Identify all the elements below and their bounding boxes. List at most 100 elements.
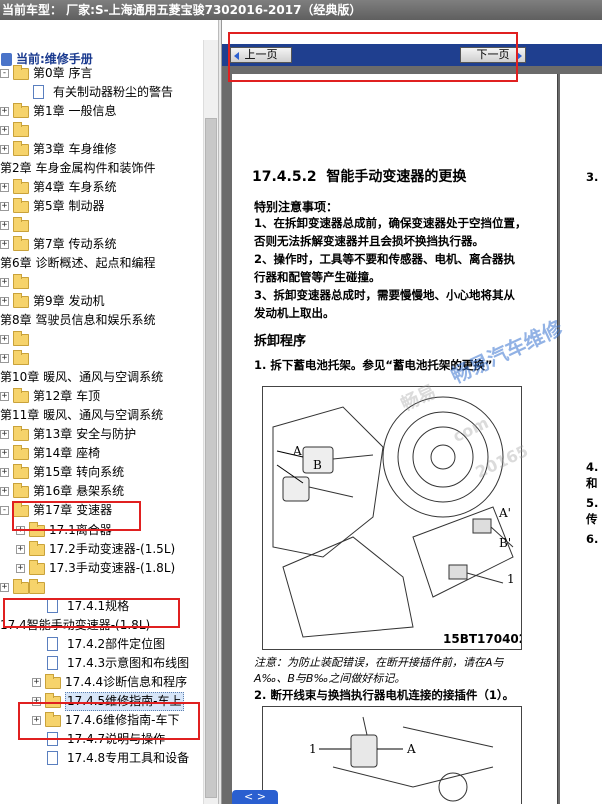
expand-icon[interactable]: + bbox=[0, 430, 9, 439]
actuator-illustration: 1 A bbox=[309, 716, 494, 802]
folder-icon bbox=[13, 122, 29, 137]
collapse-icon[interactable]: - bbox=[0, 69, 9, 78]
tree-item-label: 第5章 制动器 bbox=[33, 199, 105, 213]
notice-line: 否则无法拆解变速器并且会损坏换挡执行器。 bbox=[254, 234, 484, 248]
tree-item-label: 第0章 序言 bbox=[33, 66, 93, 80]
expand-icon[interactable]: + bbox=[0, 583, 9, 592]
expand-icon[interactable]: + bbox=[32, 678, 41, 687]
tree-item-label: 第2章 车身金属构件和装饰件 bbox=[0, 161, 156, 175]
folder-icon bbox=[13, 483, 29, 498]
folder-icon bbox=[13, 198, 29, 213]
tree-item-label: 第8章 驾驶员信息和娱乐系统 bbox=[0, 313, 156, 327]
folder-icon bbox=[45, 674, 61, 689]
fig-label-b-prime: B' bbox=[499, 536, 511, 550]
collapse-icon[interactable]: - bbox=[0, 506, 9, 515]
folder-icon bbox=[13, 179, 29, 194]
notice-line: 2、操作时，工具等不要和传感器、电机、离合器执 bbox=[254, 252, 515, 266]
section-heading: 17.4.5.2 智能手动变速器的更换 bbox=[252, 166, 466, 186]
book-icon bbox=[1, 53, 12, 66]
notice-line: 发动机上取出。 bbox=[254, 306, 335, 320]
folder-icon bbox=[13, 445, 29, 460]
tree-item-label: 第3章 车身维修 bbox=[33, 142, 117, 156]
expand-icon[interactable]: + bbox=[16, 564, 25, 573]
expand-icon[interactable]: + bbox=[0, 449, 9, 458]
tree-item-label: 第16章 悬架系统 bbox=[33, 484, 125, 498]
notice-line: 3、拆卸变速器总成时，需要慢慢地、小心地将其从 bbox=[254, 288, 515, 302]
tree-item-label: 17.3手动变速器-(1.8L) bbox=[49, 561, 176, 575]
tree-item-label: 第1章 一般信息 bbox=[33, 104, 117, 118]
procedure-heading: 拆卸程序 bbox=[254, 334, 307, 349]
folder-icon bbox=[13, 464, 29, 479]
expand-icon[interactable]: + bbox=[0, 278, 9, 287]
folder-icon bbox=[13, 331, 29, 346]
next-column-fragment: 传 bbox=[586, 512, 598, 526]
tree-item-label: 第14章 座椅 bbox=[33, 446, 101, 460]
tree-item-label: 第6章 诊断概述、起点和编程 bbox=[0, 256, 156, 270]
expand-icon[interactable]: + bbox=[0, 468, 9, 477]
tree-item-label: 第9章 发动机 bbox=[33, 294, 105, 308]
highlight-17-4-5-6 bbox=[18, 702, 200, 740]
tree-item-label: 第12章 车顶 bbox=[33, 389, 101, 403]
tree-item-label: 第4章 车身系统 bbox=[33, 180, 117, 194]
expand-icon[interactable]: + bbox=[0, 240, 9, 249]
expand-icon[interactable]: + bbox=[0, 487, 9, 496]
window-title: 当前车型： 厂家:S-上海通用五菱宝骏7302016-2017（经典版） bbox=[0, 0, 602, 20]
folder-icon bbox=[29, 560, 45, 575]
next-column-fragment: 6. bbox=[586, 532, 599, 546]
expand-icon[interactable]: + bbox=[0, 126, 9, 135]
tree-item-label: 第15章 转向系统 bbox=[33, 465, 125, 479]
highlight-chapter-17 bbox=[12, 501, 141, 531]
expand-icon[interactable]: + bbox=[0, 145, 9, 154]
document-icon bbox=[33, 85, 44, 99]
fig2-label-1: 1 bbox=[309, 742, 317, 756]
heading-number: 17.4.5.2 bbox=[252, 169, 317, 185]
folder-icon bbox=[29, 579, 45, 594]
expand-icon[interactable]: + bbox=[0, 107, 9, 116]
expand-icon[interactable]: + bbox=[0, 202, 9, 211]
folder-icon bbox=[13, 579, 29, 594]
folder-icon bbox=[13, 274, 29, 289]
document-icon bbox=[47, 751, 58, 765]
figure-code: 15BT1704024 bbox=[443, 632, 522, 646]
folder-icon bbox=[29, 541, 45, 556]
highlight-nav-buttons bbox=[228, 32, 518, 82]
tree-item-label: 第13章 安全与防护 bbox=[33, 427, 137, 441]
folder-icon bbox=[13, 65, 29, 80]
folder-icon bbox=[13, 103, 29, 118]
notice-line: 1、在拆卸变速器总成前，确保变速器处于空挡位置， bbox=[254, 216, 527, 230]
tree-item-label: 有关制动器粉尘的警告 bbox=[53, 85, 174, 99]
next-column-fragment: 和 bbox=[586, 476, 598, 490]
tree-item-label: 17.4.4诊断信息和程序 bbox=[65, 675, 188, 689]
tree-item-label: 17.4.3示意图和布线图 bbox=[67, 656, 190, 670]
tree-item-label: 17.4.2部件定位图 bbox=[67, 637, 166, 651]
caution-line: 注意：为防止装配错误，在断开接插件前，请在A与 bbox=[254, 656, 504, 669]
folder-icon bbox=[13, 388, 29, 403]
folder-icon bbox=[13, 236, 29, 251]
tree-scrollbar[interactable] bbox=[203, 40, 218, 804]
tree-item-label: 第11章 暖风、通风与空调系统 bbox=[0, 408, 164, 422]
highlight-17-4 bbox=[3, 598, 180, 628]
expand-icon[interactable]: + bbox=[0, 392, 9, 401]
tree-item-label: 第10章 暖风、通风与空调系统 bbox=[0, 370, 164, 384]
notice-line: 行器和配管等产生碰撞。 bbox=[254, 270, 381, 284]
expand-icon[interactable]: + bbox=[0, 335, 9, 344]
expand-icon[interactable]: + bbox=[0, 297, 9, 306]
fig-label-b: B bbox=[313, 458, 322, 472]
expand-icon[interactable]: + bbox=[0, 354, 9, 363]
folder-icon bbox=[13, 350, 29, 365]
fig-label-1: 1 bbox=[507, 572, 515, 586]
folder-icon bbox=[13, 293, 29, 308]
tree-item-label: 17.4.8专用工具和设备 bbox=[67, 751, 190, 765]
expand-icon[interactable]: + bbox=[0, 221, 9, 230]
caution-line: A‰、B与B‰之间做好标记。 bbox=[254, 672, 406, 685]
document-icon bbox=[47, 656, 58, 670]
notice-title: 特别注意事项： bbox=[254, 200, 339, 214]
expand-icon[interactable]: + bbox=[0, 183, 9, 192]
figure-shift-actuator: 1 A bbox=[262, 706, 522, 804]
step-2: 2. 断开线束与换挡执行器电机连接的接插件（1）。 bbox=[254, 688, 515, 702]
page-control-button[interactable]: < > bbox=[232, 790, 278, 804]
tree-item-label: 17.2手动变速器-(1.5L) bbox=[49, 542, 176, 556]
scrollbar-thumb[interactable] bbox=[205, 118, 217, 798]
expand-icon[interactable]: + bbox=[16, 545, 25, 554]
folder-icon bbox=[13, 426, 29, 441]
